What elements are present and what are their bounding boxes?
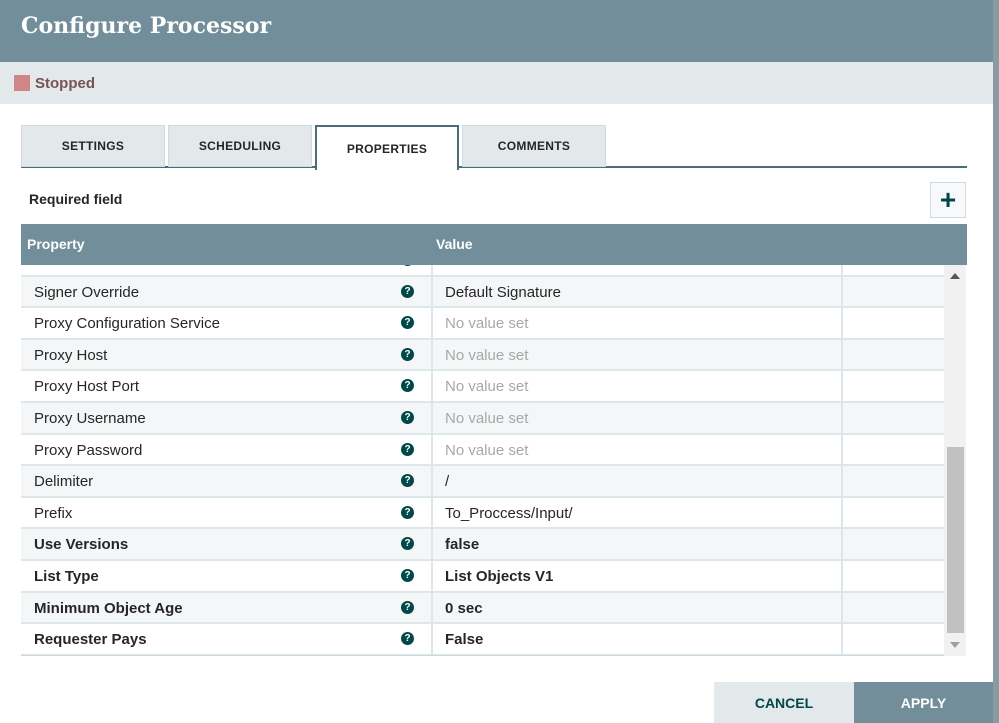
column-divider — [841, 466, 843, 496]
column-divider — [431, 560, 433, 591]
property-value[interactable]: List Objects V1 — [445, 568, 553, 585]
table-row[interactable]: Proxy Host ? No value set — [21, 339, 944, 372]
table-row[interactable]: Proxy Username ? No value set — [21, 402, 944, 435]
help-icon[interactable]: ? — [401, 568, 414, 582]
help-icon[interactable]: ? — [401, 284, 414, 298]
property-name: Proxy Host — [34, 346, 108, 364]
property-name: Minimum Object Age — [34, 599, 183, 617]
table-row[interactable]: List Type ? List Objects V1 — [21, 560, 944, 593]
column-divider — [841, 276, 843, 307]
help-icon[interactable]: ? — [401, 600, 414, 614]
stopped-icon — [14, 75, 30, 91]
column-header-value[interactable]: Value — [436, 236, 473, 252]
column-divider — [841, 497, 843, 528]
property-name: Requester Pays — [34, 631, 147, 649]
help-icon[interactable]: ? — [401, 474, 414, 488]
table-row[interactable]: Prefix ? To_Proccess/Input/ — [21, 497, 944, 530]
help-icon[interactable]: ? — [401, 379, 414, 393]
table-row[interactable]: Use Versions ? false — [21, 529, 944, 561]
help-icon[interactable]: ? — [401, 537, 414, 551]
column-divider — [431, 371, 433, 401]
property-value[interactable]: 0 sec — [445, 600, 483, 617]
help-icon[interactable]: ? — [401, 265, 414, 266]
property-value[interactable]: false — [445, 536, 479, 553]
help-icon[interactable]: ? — [401, 505, 414, 519]
dialog-title: Configure Processor — [0, 0, 993, 62]
table-row[interactable]: Signer Override ? Default Signature — [21, 276, 944, 309]
column-divider — [841, 592, 843, 623]
property-value[interactable]: No value set — [445, 410, 528, 427]
property-name: Proxy Username — [34, 409, 146, 427]
property-name: List Type — [34, 567, 99, 585]
scroll-up-icon[interactable] — [950, 273, 960, 279]
column-divider — [841, 624, 843, 654]
column-divider — [841, 265, 843, 275]
scroll-down-icon[interactable] — [950, 642, 960, 648]
column-divider — [431, 529, 433, 559]
help-icon[interactable]: ? — [401, 347, 414, 361]
column-divider — [431, 276, 433, 307]
help-icon[interactable]: ? — [401, 410, 414, 424]
property-name: Use Versions — [34, 536, 129, 554]
column-divider — [841, 339, 843, 370]
scroll-thumb[interactable] — [947, 447, 964, 633]
column-divider — [841, 434, 843, 465]
tab-properties[interactable]: PROPERTIES — [315, 125, 459, 170]
property-value[interactable]: No value set — [445, 378, 528, 395]
property-name: Delimiter — [34, 473, 94, 491]
add-property-button[interactable]: + — [930, 182, 966, 218]
table-row[interactable]: Requester Pays ? False — [21, 624, 944, 655]
scrollbar[interactable] — [944, 265, 966, 656]
column-divider — [431, 339, 433, 370]
property-value[interactable]: No value set — [445, 347, 528, 364]
table-row[interactable]: Delimiter ? / — [21, 466, 944, 498]
column-header-property[interactable]: Property — [27, 236, 85, 252]
apply-button[interactable]: APPLY — [854, 682, 993, 723]
column-divider — [431, 466, 433, 496]
tab-scheduling[interactable]: SCHEDULING — [168, 125, 312, 167]
property-value[interactable]: Default Signature — [445, 284, 561, 301]
table-row[interactable]: Proxy Password ? No value set — [21, 434, 944, 467]
status-label: Stopped — [35, 74, 95, 92]
table-row[interactable]: Minimum Object Age ? 0 sec — [21, 592, 944, 625]
tab-comments[interactable]: COMMENTS — [462, 125, 606, 167]
property-name: Signer Override — [34, 283, 140, 301]
column-divider — [841, 371, 843, 401]
cancel-button[interactable]: CANCEL — [714, 682, 854, 723]
column-divider — [841, 402, 843, 433]
help-icon[interactable]: ? — [401, 632, 414, 646]
column-divider — [431, 265, 433, 275]
properties-table: ? Signer Override ? Default Signature Pr… — [21, 265, 944, 656]
column-divider — [431, 434, 433, 465]
tab-settings[interactable]: SETTINGS — [21, 125, 165, 167]
configure-processor-dialog: Configure Processor Stopped SETTINGS SCH… — [0, 0, 993, 723]
column-divider — [431, 497, 433, 528]
property-value[interactable]: To_Proccess/Input/ — [445, 505, 573, 522]
property-name: Prefix — [34, 504, 73, 522]
property-value[interactable]: No value set — [445, 442, 528, 459]
help-icon[interactable]: ? — [401, 442, 414, 456]
column-divider — [431, 592, 433, 623]
column-divider — [841, 560, 843, 591]
property-name: Proxy Password — [34, 441, 143, 459]
column-divider — [431, 402, 433, 433]
required-field-label: Required field — [29, 191, 123, 207]
table-header: Property Value — [21, 224, 967, 265]
column-divider — [841, 308, 843, 338]
table-row[interactable]: Proxy Host Port ? No value set — [21, 371, 944, 403]
column-divider — [841, 529, 843, 559]
table-row[interactable]: Proxy Configuration Service ? No value s… — [21, 308, 944, 340]
property-value[interactable]: No value set — [445, 315, 528, 332]
table-row[interactable]: ? — [21, 265, 944, 277]
property-name: Proxy Host Port — [34, 378, 140, 396]
property-value[interactable]: / — [445, 473, 449, 490]
help-icon[interactable]: ? — [401, 316, 414, 330]
status-bar: Stopped — [0, 62, 993, 104]
column-divider — [431, 624, 433, 654]
column-divider — [431, 308, 433, 338]
property-name: Proxy Configuration Service — [34, 315, 220, 333]
tab-bar: SETTINGS SCHEDULING PROPERTIES COMMENTS — [21, 125, 967, 170]
property-value[interactable]: False — [445, 631, 483, 648]
